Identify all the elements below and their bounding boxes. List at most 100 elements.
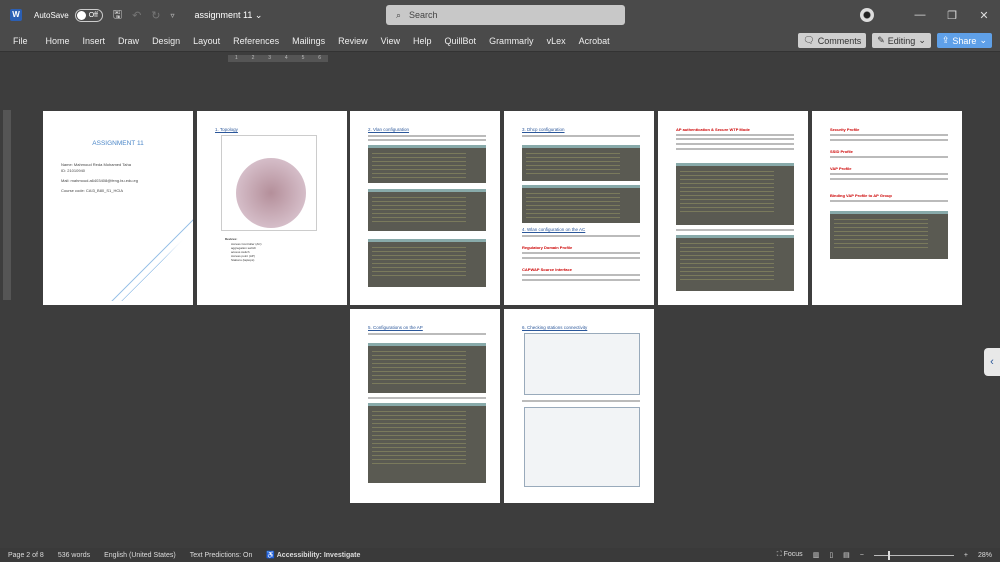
text-line [522,400,640,402]
station-window-screenshot [524,407,640,487]
page-heading: 2. Vlan configuration [368,127,410,132]
status-bar: Page 2 of 8 536 words English (United St… [0,548,1000,562]
collapse-panel-button[interactable]: ‹ [984,348,1000,376]
search-box[interactable]: ⌕ Search [386,5,625,25]
page-8-connectivity[interactable]: 6. Checking stations connectivity [504,309,654,503]
page-count[interactable]: Page 2 of 8 [8,552,44,559]
wireless-coverage [236,158,306,228]
page-1-cover[interactable]: ASSIGNMENT 11 Name: Mahmoud Reda Mohamed… [43,111,193,305]
share-button[interactable]: ⇪ Share ⌄ [936,33,992,48]
ruler-mark: 5 [301,55,305,61]
station-window-screenshot [524,333,640,395]
read-mode-icon[interactable]: ▥ [813,551,820,559]
page-3-vlan[interactable]: 2. Vlan configuration [350,111,500,305]
close-icon[interactable]: ✕ [968,9,1000,22]
tab-draw[interactable]: Draw [118,36,139,46]
text-line [522,135,640,137]
tab-vlex[interactable]: vLex [547,36,566,46]
vertical-ruler[interactable] [3,110,11,300]
tab-references[interactable]: References [233,36,279,46]
tab-layout[interactable]: Layout [193,36,220,46]
text-predictions[interactable]: Text Predictions: On [190,552,253,559]
tab-home[interactable]: Home [46,36,70,46]
share-icon: ⇪ [941,35,950,45]
cli-screenshot [368,343,486,393]
text-line [368,397,486,399]
restore-icon[interactable]: ❐ [936,9,968,22]
cover-title: ASSIGNMENT 11 [92,140,144,147]
focus-button[interactable]: ⛶ Focus [777,551,803,559]
redo-icon[interactable]: ↻ [151,9,160,22]
text-line [830,200,948,202]
text-line [676,143,794,145]
tab-help[interactable]: Help [413,36,432,46]
page-heading: 3. Dhcp configuration [522,127,565,132]
page-7-ap-config[interactable]: 5. Configurations on the AP [350,309,500,503]
page-heading: 5. Configurations on the AP [368,325,423,330]
comments-label: Comments [817,35,862,46]
tab-quillbot[interactable]: QuillBot [445,36,477,46]
undo-icon[interactable]: ↶ [132,9,141,22]
tab-design[interactable]: Design [152,36,180,46]
zoom-out-icon[interactable]: − [860,552,864,559]
pencil-icon: ✎ [877,35,885,45]
editing-label: Editing [887,35,916,46]
save-icon[interactable]: 🖫 [113,6,122,25]
editing-button[interactable]: ✎ Editing ⌄ [872,33,931,48]
cli-screenshot [676,235,794,291]
text-line [830,134,948,136]
tab-review[interactable]: Review [338,36,368,46]
page-5-ap-auth[interactable]: AP authentication & Secure WTP Mode [658,111,808,305]
search-placeholder: Search [409,10,438,20]
page-6-profiles[interactable]: Security Profile SSID Profile VAP Profil… [812,111,962,305]
text-line [830,173,948,175]
tab-insert[interactable]: Insert [83,36,106,46]
text-line [676,229,794,231]
focus-label: Focus [783,551,803,558]
document-title[interactable]: assignment 11 ⌄ [195,10,263,21]
page-2-topology[interactable]: 1. Topology Devices: Access Controller (… [197,111,347,305]
ruler-mark: 6 [318,55,321,61]
avatar[interactable] [860,8,874,22]
page-4-dhcp[interactable]: 3. Dhcp configuration 4. Wlan configurat… [504,111,654,305]
text-line [522,252,640,254]
zoom-slider[interactable] [873,550,954,560]
zoom-level[interactable]: 28% [978,552,992,559]
legend-item: Stations (laptops) [231,258,255,262]
text-line [522,274,640,276]
text-line [368,139,486,141]
tab-acrobat[interactable]: Acrobat [579,36,610,46]
page-heading: 1. Topology [215,127,238,132]
accessibility-label: Accessibility: Investigate [276,552,361,559]
print-layout-icon[interactable]: ▯ [829,551,833,559]
ruler-mark: 2 [251,55,255,61]
text-line [676,138,794,140]
horizontal-ruler[interactable]: 1 2 3 4 5 6 [0,53,1000,64]
accessibility-status[interactable]: ♿ Accessibility: Investigate [266,551,360,559]
text-line [522,235,640,237]
cover-name: Name: Mahmoud Reda Mohamed Taha [61,162,131,167]
page-heading: 6. Checking stations connectivity [522,325,588,330]
tab-file[interactable]: File [13,36,28,46]
tab-view[interactable]: View [381,36,400,46]
cli-screenshot [368,403,486,483]
comment-icon: 🗨 [803,35,815,45]
tab-grammarly[interactable]: Grammarly [489,36,534,46]
minimize-icon[interactable]: — [904,9,936,21]
cli-screenshot [676,163,794,225]
page-heading: AP authentication & Secure WTP Mode [676,127,750,132]
word-count[interactable]: 536 words [58,552,90,559]
topology-diagram [221,135,317,231]
text-line [368,333,486,335]
ribbon-tabs: File Home Insert Draw Design Layout Refe… [0,30,1000,52]
comments-button[interactable]: 🗨 Comments [798,33,867,48]
customize-toolbar-icon[interactable]: ▿ [171,11,175,20]
autosave-toggle[interactable]: Off [74,8,103,22]
cli-screenshot [368,239,486,287]
web-layout-icon[interactable]: ▤ [843,551,850,559]
share-label: Share [952,35,977,46]
language[interactable]: English (United States) [104,552,176,559]
zoom-in-icon[interactable]: + [964,552,968,559]
page-heading: 4. Wlan configuration on the AC [522,227,586,232]
tab-mailings[interactable]: Mailings [292,36,325,46]
